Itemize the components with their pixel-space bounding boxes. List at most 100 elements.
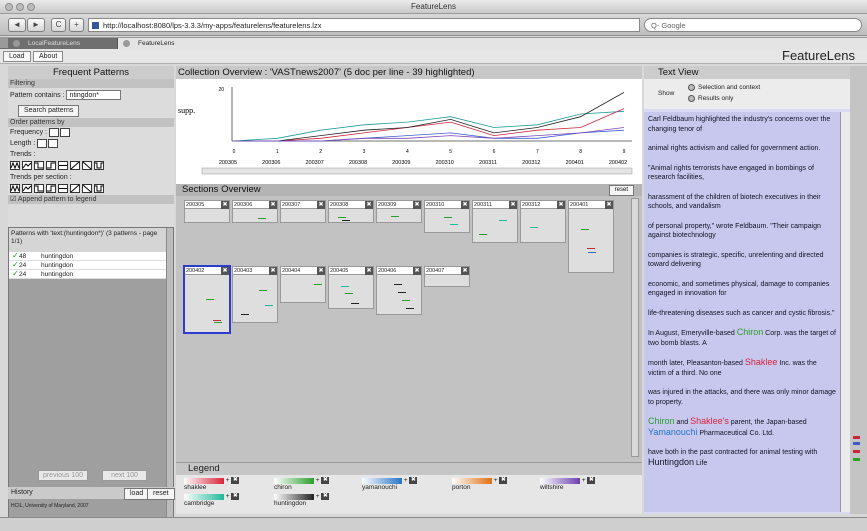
close-icon[interactable]: ✖ <box>509 201 517 209</box>
trend-down-icon[interactable] <box>81 160 92 170</box>
check-icon[interactable]: ✓ <box>12 269 19 278</box>
legend-item[interactable]: + ✖ chiron <box>274 477 330 491</box>
trend-step-up-icon[interactable] <box>45 160 56 170</box>
legend-item[interactable]: + ✖ porton <box>452 477 508 491</box>
close-icon[interactable]: ✖ <box>321 493 330 500</box>
collection-line-chart[interactable]: supp. 20 0 200305 1 200306 2 200307 3 200308 4 2003… <box>176 79 642 184</box>
patterns-scrollbar[interactable] <box>166 228 173 526</box>
close-icon[interactable]: ✖ <box>221 201 229 209</box>
trend-step-up-icon[interactable] <box>45 183 56 193</box>
selection-context-radio[interactable]: Selection and context <box>688 84 760 91</box>
trend-valley-icon[interactable] <box>93 183 104 193</box>
section-thumbnail[interactable]: 200405 ✖ <box>328 266 374 309</box>
trend-peak-icon[interactable] <box>10 183 20 193</box>
pattern-row[interactable]: ✓ 48 huntingdon <box>9 251 167 261</box>
highlight-huntingdon[interactable]: Huntingdon <box>648 457 694 467</box>
highlight-shaklee[interactable]: Shaklee <box>745 357 778 367</box>
check-icon[interactable]: ✓ <box>12 260 19 269</box>
section-thumbnail[interactable]: 200305 ✖ <box>184 200 230 223</box>
section-thumbnail[interactable]: 200402 ✖ <box>183 265 231 334</box>
trend-step-down-icon[interactable] <box>33 183 44 193</box>
history-reset-button[interactable]: reset <box>147 488 175 500</box>
sections-scrollbar[interactable] <box>631 198 639 457</box>
minimize-window-icon[interactable] <box>16 3 24 11</box>
highlight-shaklee[interactable]: Shaklee's <box>690 416 729 426</box>
close-icon[interactable]: ✖ <box>587 477 596 484</box>
close-icon[interactable]: ✖ <box>413 267 421 275</box>
trend-flat-icon[interactable] <box>57 183 68 193</box>
about-button[interactable]: About <box>33 51 64 62</box>
trend-up-icon[interactable] <box>69 160 80 170</box>
close-icon[interactable]: ✖ <box>365 201 373 209</box>
sort-desc-icon[interactable] <box>48 127 59 137</box>
history-load-button[interactable]: load <box>124 488 150 500</box>
section-thumbnail[interactable]: 200306 ✖ <box>232 200 278 223</box>
text-view-scrollbar[interactable] <box>840 112 850 512</box>
section-thumbnail[interactable]: 200401 ✖ <box>568 200 614 273</box>
back-button[interactable]: ◄ <box>8 18 26 32</box>
tab-close-icon[interactable] <box>123 40 130 47</box>
close-icon[interactable]: ✖ <box>499 477 508 484</box>
sort-desc-icon[interactable] <box>37 138 48 148</box>
legend-item[interactable]: + ✖ wiltshire <box>540 477 596 491</box>
highlight-yamanouchi[interactable]: Yamanouchi <box>648 427 697 437</box>
section-thumbnail[interactable]: 200407 ✖ <box>424 266 470 287</box>
section-thumbnail[interactable]: 200403 ✖ <box>232 266 278 323</box>
legend-item[interactable]: + ✖ cambridge <box>184 493 240 507</box>
legend-item[interactable]: + ✖ huntingdon <box>274 493 330 507</box>
close-window-icon[interactable] <box>5 3 13 11</box>
close-icon[interactable]: ✖ <box>317 267 325 275</box>
section-thumbnail[interactable]: 200311 ✖ <box>472 200 518 243</box>
close-icon[interactable]: ✖ <box>231 477 240 484</box>
section-thumbnail[interactable]: 200312 ✖ <box>520 200 566 243</box>
close-icon[interactable]: ✖ <box>269 201 277 209</box>
trend-step-down-icon[interactable] <box>33 160 44 170</box>
section-thumbnail[interactable]: 200310 ✖ <box>424 200 470 233</box>
section-thumbnail[interactable]: 200308 ✖ <box>328 200 374 223</box>
check-icon[interactable]: ✓ <box>12 251 19 260</box>
section-thumbnail[interactable]: 200309 ✖ <box>376 200 422 223</box>
close-icon[interactable]: ✖ <box>557 201 565 209</box>
forward-button[interactable]: ► <box>27 18 45 32</box>
close-icon[interactable]: ✖ <box>461 267 469 275</box>
add-bookmark-button[interactable]: + <box>69 18 84 32</box>
tab-featurelens[interactable]: FeatureLens <box>118 38 867 49</box>
highlight-chiron[interactable]: Chiron <box>737 327 764 337</box>
results-only-radio[interactable]: Results only <box>688 95 733 102</box>
highlight-chiron[interactable]: Chiron <box>648 416 675 426</box>
sections-reset-button[interactable]: reset <box>608 185 634 196</box>
document-overview-strip[interactable] <box>850 66 867 514</box>
search-field[interactable]: Q- Google <box>644 18 862 32</box>
next-page-button[interactable]: next 100 <box>102 470 147 481</box>
close-icon[interactable]: ✖ <box>269 267 277 275</box>
sort-asc-icon[interactable] <box>59 127 70 137</box>
close-icon[interactable]: ✖ <box>317 201 325 209</box>
close-icon[interactable]: ✖ <box>409 477 418 484</box>
trend-rise-icon[interactable] <box>21 183 32 193</box>
pattern-row[interactable]: ✓ 24 huntingdon <box>9 269 167 279</box>
close-icon[interactable]: ✖ <box>365 267 373 275</box>
reload-button[interactable]: C <box>51 18 66 32</box>
search-patterns-button[interactable]: Search patterns <box>18 105 80 117</box>
append-to-legend-checkbox[interactable]: ☑ Append pattern to legend <box>8 195 174 204</box>
close-icon[interactable]: ✖ <box>605 201 613 209</box>
legend-item[interactable]: + ✖ shaklee <box>184 477 240 491</box>
trend-rise-icon[interactable] <box>21 160 32 170</box>
close-icon[interactable]: ✖ <box>221 267 229 275</box>
tab-localfeaturelens[interactable]: LocalFeatureLens <box>8 38 118 49</box>
section-thumbnail[interactable]: 200406 ✖ <box>376 266 422 315</box>
pattern-input[interactable]: ntingdon* <box>66 90 122 101</box>
previous-page-button[interactable]: previous 100 <box>38 470 88 481</box>
section-thumbnail[interactable]: 200404 ✖ <box>280 266 326 303</box>
trend-down-icon[interactable] <box>81 183 92 193</box>
tab-close-icon[interactable] <box>13 40 20 47</box>
load-button[interactable]: Load <box>3 51 31 62</box>
close-icon[interactable]: ✖ <box>461 201 469 209</box>
pattern-row[interactable]: ✓ 24 huntingdon <box>9 260 167 270</box>
sort-asc-icon[interactable] <box>48 138 59 148</box>
trend-flat-icon[interactable] <box>57 160 68 170</box>
trend-peak-icon[interactable] <box>10 160 20 170</box>
close-icon[interactable]: ✖ <box>321 477 330 484</box>
section-thumbnail[interactable]: 200307 ✖ <box>280 200 326 223</box>
url-field[interactable]: http://localhost:8080/lps-3.3.3/my-apps/… <box>88 18 640 32</box>
